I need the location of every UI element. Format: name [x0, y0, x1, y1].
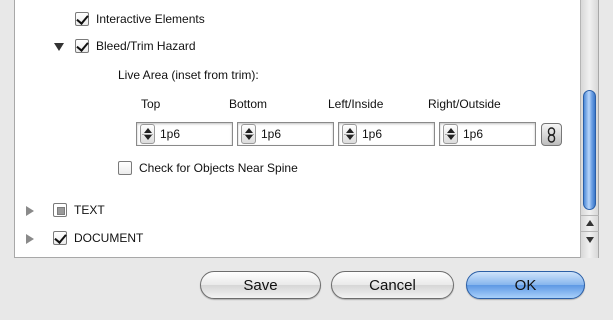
bottom-inset-value[interactable]: 1p6 — [261, 127, 281, 141]
column-bottom-label: Bottom — [229, 97, 268, 111]
text-section-label: TEXT — [74, 203, 105, 217]
left-inside-stepper-icon[interactable] — [342, 124, 357, 144]
chain-link-icon — [547, 126, 556, 143]
ok-button[interactable]: OK — [466, 271, 585, 299]
top-inset-field[interactable]: 1p6 — [136, 122, 233, 146]
profile-tree: Interactive Elements Bleed/Trim Hazard L… — [15, 0, 582, 258]
arrow-down-icon — [586, 237, 594, 243]
top-stepper-icon[interactable] — [140, 124, 155, 144]
interactive-elements-checkbox[interactable] — [75, 12, 89, 26]
live-area-label: Live Area (inset from trim): — [118, 68, 259, 82]
document-section-checkbox[interactable] — [53, 231, 67, 245]
text-section-row: TEXT — [53, 203, 105, 217]
save-button[interactable]: Save — [200, 271, 321, 299]
scrollbar-thumb[interactable] — [583, 90, 596, 210]
text-disclosure-icon[interactable] — [26, 206, 34, 216]
link-values-button[interactable] — [541, 123, 562, 146]
scroll-up-button[interactable] — [581, 215, 599, 231]
top-inset-value[interactable]: 1p6 — [160, 127, 180, 141]
left-inside-inset-value[interactable]: 1p6 — [362, 127, 382, 141]
column-left-inside-label: Left/Inside — [328, 97, 384, 111]
left-inside-inset-field[interactable]: 1p6 — [338, 122, 435, 146]
interactive-elements-label: Interactive Elements — [96, 12, 205, 26]
interactive-elements-row: Interactive Elements — [75, 12, 205, 26]
bleed-trim-row: Bleed/Trim Hazard — [75, 39, 196, 53]
bottom-stepper-icon[interactable] — [241, 124, 256, 144]
bleed-trim-label: Bleed/Trim Hazard — [96, 39, 196, 53]
column-right-outside-label: Right/Outside — [428, 97, 501, 111]
document-section-label: DOCUMENT — [74, 231, 144, 245]
right-outside-inset-value[interactable]: 1p6 — [463, 127, 483, 141]
bleed-trim-disclosure-icon[interactable] — [54, 43, 64, 51]
spine-check-row: Check for Objects Near Spine — [118, 161, 298, 175]
arrow-up-icon — [586, 220, 594, 226]
vertical-scrollbar[interactable] — [580, 0, 599, 258]
spine-check-label: Check for Objects Near Spine — [139, 161, 298, 175]
document-section-row: DOCUMENT — [53, 231, 143, 245]
cancel-button[interactable]: Cancel — [331, 271, 454, 299]
right-outside-stepper-icon[interactable] — [443, 124, 458, 144]
preflight-profile-panel: Interactive Elements Bleed/Trim Hazard L… — [14, 0, 599, 258]
document-disclosure-icon[interactable] — [26, 234, 34, 244]
scroll-down-button[interactable] — [581, 231, 599, 247]
spine-check-checkbox[interactable] — [118, 161, 132, 175]
bottom-inset-field[interactable]: 1p6 — [237, 122, 334, 146]
right-outside-inset-field[interactable]: 1p6 — [439, 122, 536, 146]
bleed-trim-checkbox[interactable] — [75, 39, 89, 53]
text-section-checkbox[interactable] — [53, 203, 67, 217]
column-top-label: Top — [141, 97, 161, 111]
